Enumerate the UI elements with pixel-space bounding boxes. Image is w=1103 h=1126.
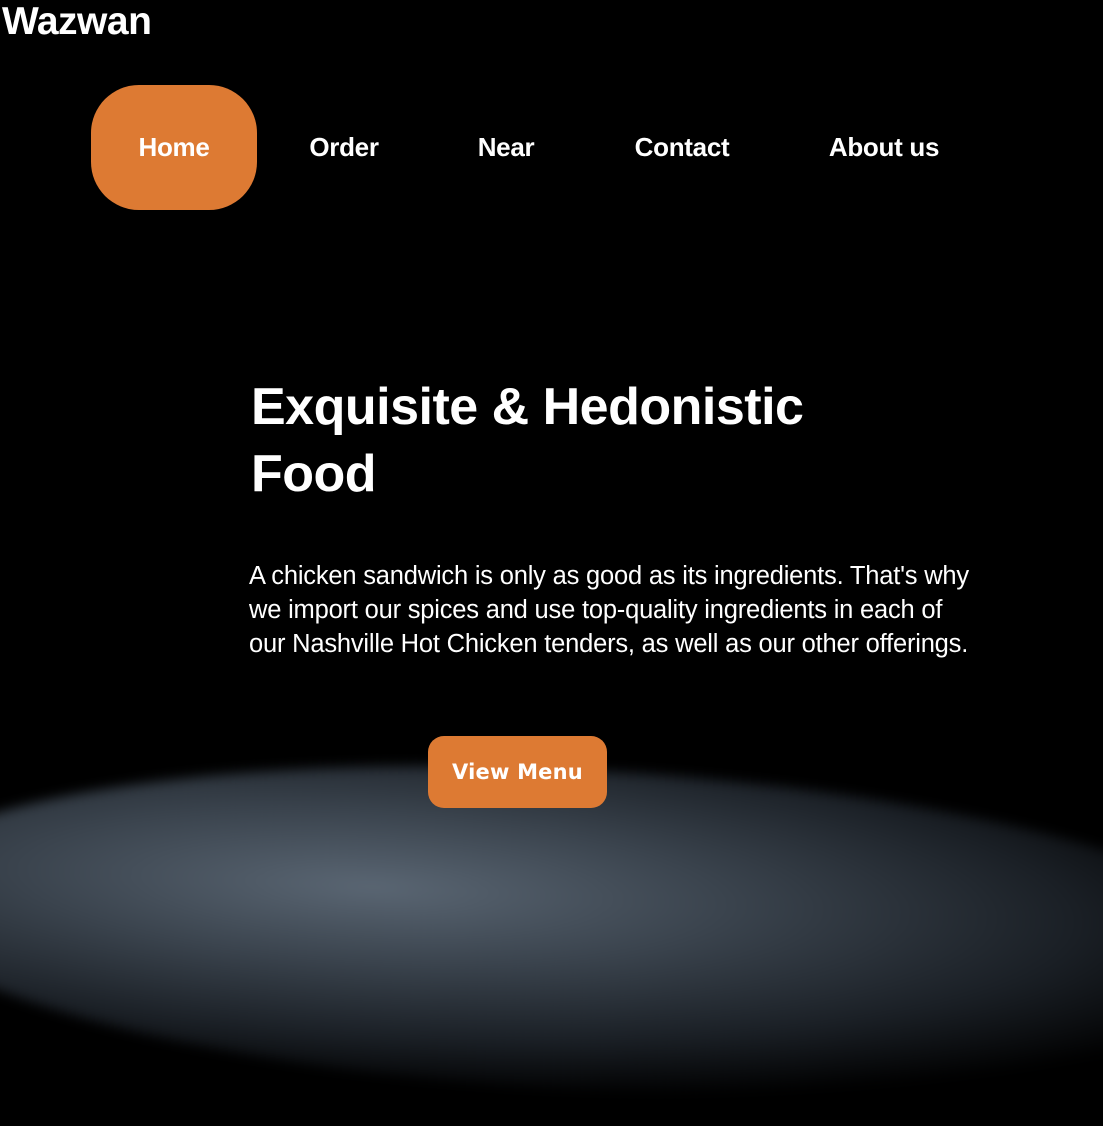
hero-description-line-2: we import our spices and use top-quality… [249,596,943,624]
brand-logo-text[interactable]: Wazwan [2,0,152,44]
nav-item-home[interactable]: Home [91,85,257,210]
hero-title-line-2: Food [251,445,377,503]
nav-item-about-us[interactable]: About us [816,85,952,210]
hero-title: Exquisite & Hedonistic Food [251,374,891,508]
hero-description: A chicken sandwich is only as good as it… [249,559,1069,661]
hero-description-line-1: A chicken sandwich is only as good as it… [249,562,969,590]
nav-item-near[interactable]: Near [458,85,554,210]
nav-item-contact[interactable]: Contact [617,85,747,210]
nav-item-order[interactable]: Order [291,85,397,210]
hero-title-line-1: Exquisite & Hedonistic [251,378,804,436]
hero-description-line-3: our Nashville Hot Chicken tenders, as we… [249,630,969,658]
view-menu-button[interactable]: View Menu [428,736,607,808]
